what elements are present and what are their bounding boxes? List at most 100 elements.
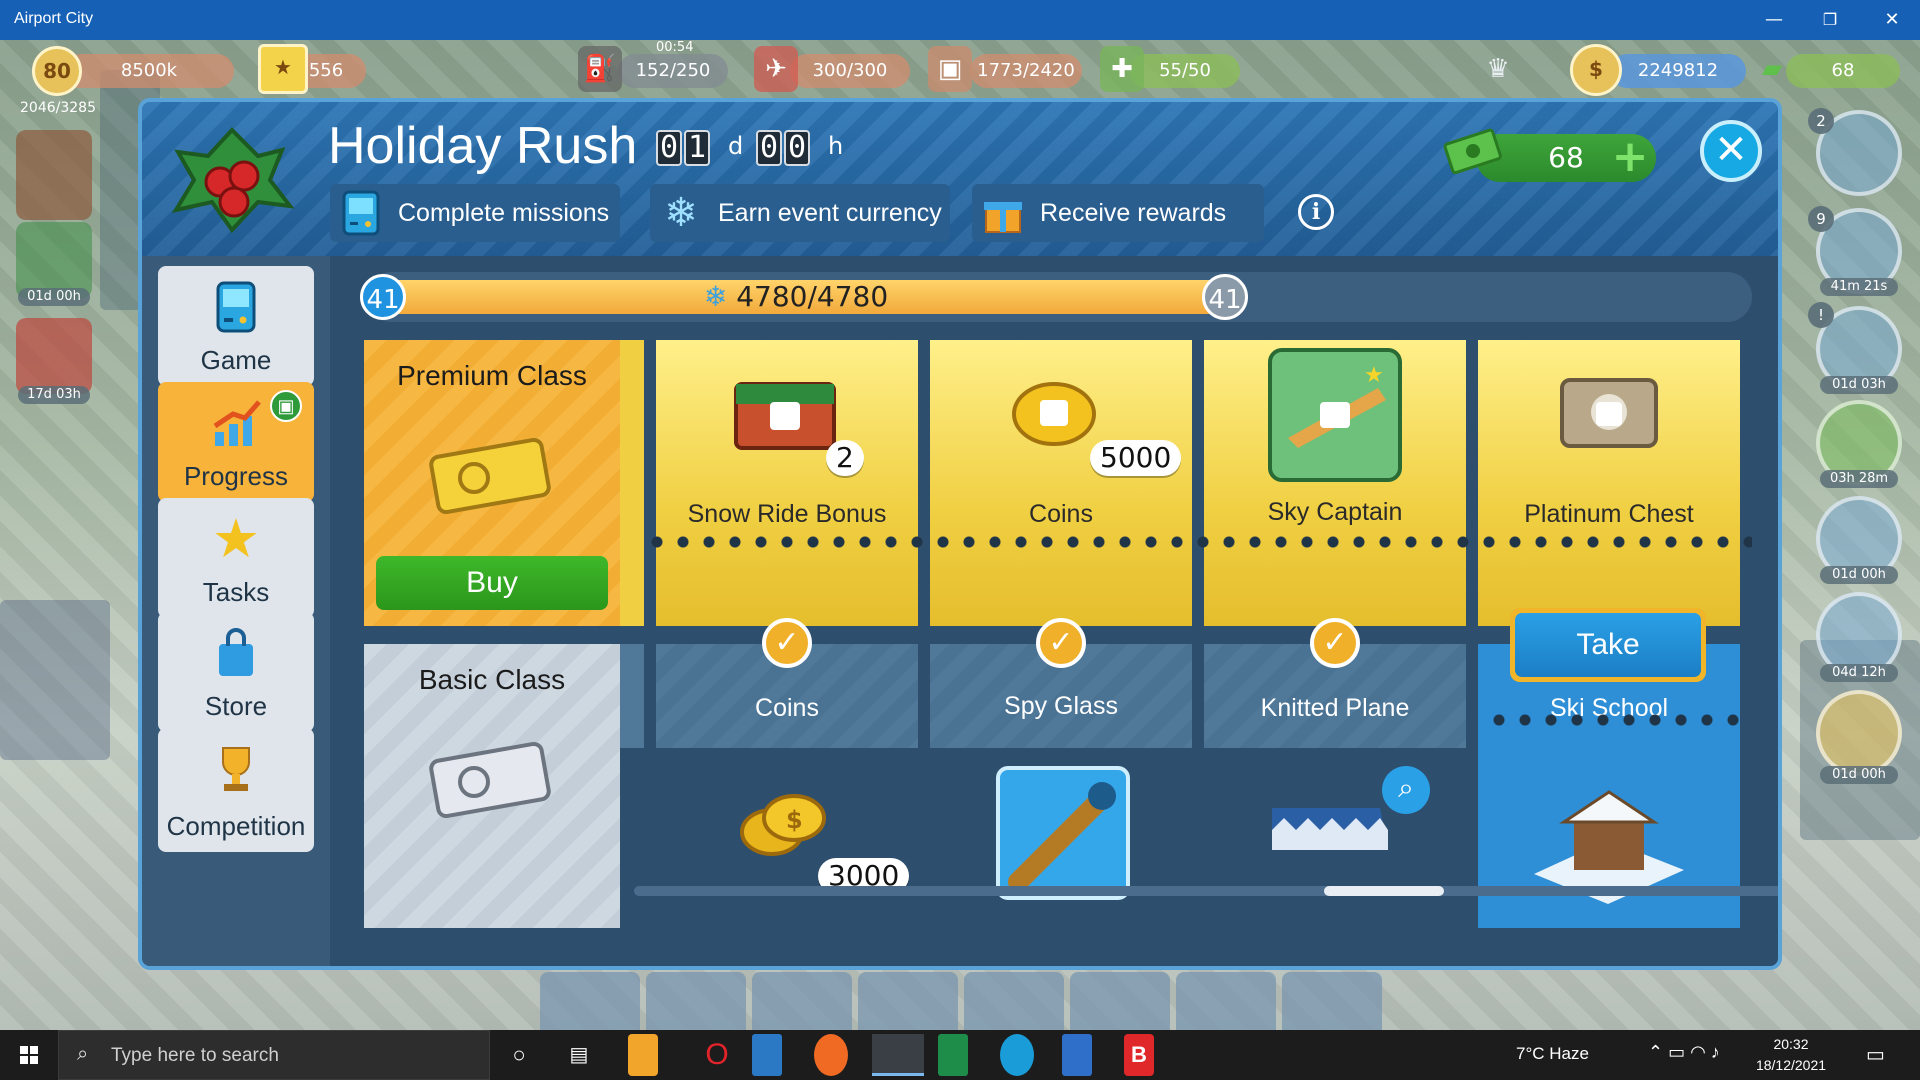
nav-competition[interactable]: Competition	[158, 728, 314, 852]
horizontal-scrollbar-track[interactable]	[634, 886, 1778, 896]
basic-reward-image[interactable]: $ 3000	[656, 748, 918, 928]
edge-icon[interactable]	[1000, 1034, 1034, 1076]
gameboy-icon	[216, 281, 256, 333]
basic-reward-image[interactable]	[930, 748, 1192, 928]
shop-cart-button[interactable]	[752, 972, 852, 1030]
basic-reward-image[interactable]: ⌕	[1204, 748, 1466, 928]
nav-label: Tasks	[202, 577, 270, 607]
window-title-bar: Airport City — ❐ ✕	[0, 0, 1920, 40]
preview-search-icon[interactable]: ⌕	[1382, 766, 1430, 814]
gift-box-timer: 04d 12h	[1820, 664, 1898, 682]
close-dialog-button[interactable]: ✕	[1700, 120, 1762, 182]
premium-reward-slot[interactable]: Platinum Chest	[1478, 340, 1740, 626]
mail-app-icon[interactable]	[628, 1034, 658, 1076]
basic-class-label: Basic Class	[418, 664, 566, 695]
airport-city-taskbar-icon[interactable]	[872, 1034, 924, 1076]
weather-widget[interactable]: 7°C Haze	[1516, 1044, 1589, 1064]
level-left-badge: 41	[360, 274, 406, 320]
take-reward-button[interactable]: Take	[1510, 608, 1706, 682]
progress-content: ❄ 4780/4780 41 41 Premium Class Buy Basi…	[330, 256, 1778, 966]
holly-icon	[171, 127, 295, 234]
silver-ticket-icon	[429, 741, 551, 819]
taskbar: ⌕ Type here to search ○ ▤ O B 7°C Haze ⌃…	[0, 1030, 1920, 1080]
horizontal-scrollbar-thumb[interactable]	[1324, 886, 1444, 896]
level-badge[interactable]: 80	[32, 46, 82, 96]
minimize-button[interactable]: —	[1746, 0, 1802, 40]
cargo-icon: ▣	[928, 46, 972, 92]
reward-label: Sky Captain	[1267, 498, 1403, 526]
inventory-box-button[interactable]	[858, 972, 958, 1030]
countdown-digit: 0	[756, 130, 782, 166]
cortana-icon[interactable]: ○	[492, 1034, 546, 1076]
premium-reward-slot[interactable]: 2 Snow Ride Bonus	[656, 340, 918, 626]
fuel-timer: 00:54	[656, 40, 694, 55]
settings-gear-button[interactable]	[1282, 972, 1382, 1030]
friends-button[interactable]	[1176, 972, 1276, 1030]
svg-text:$: $	[786, 806, 803, 834]
bags-icon: ✚	[1100, 46, 1144, 92]
shopping-bag-icon	[219, 628, 253, 676]
premium-reward-slot[interactable]: 5000 Coins	[930, 340, 1192, 626]
holly-widget[interactable]	[16, 222, 92, 298]
level-right-badge: 41	[1202, 274, 1248, 320]
nav-progress[interactable]: ▣ Progress	[158, 382, 314, 502]
info-button[interactable]: i	[1298, 194, 1334, 230]
gift-widget[interactable]	[16, 318, 92, 394]
alert-badge: !	[1808, 302, 1834, 328]
opera-icon[interactable]: O	[690, 1034, 744, 1076]
progress-chart-icon	[213, 400, 261, 446]
nav-tasks[interactable]: ★ Tasks	[158, 498, 314, 618]
countdown-digit: 1	[684, 130, 710, 166]
notifications-icon[interactable]: ▭	[1866, 1042, 1885, 1067]
nav-store[interactable]: Store	[158, 612, 314, 732]
store-icon[interactable]	[1062, 1034, 1092, 1076]
star-icon: ★	[211, 509, 261, 569]
move-button[interactable]	[1070, 972, 1170, 1030]
clock[interactable]: 20:32 18/12/2021	[1746, 1034, 1836, 1076]
trophy-icon	[222, 747, 250, 791]
search-placeholder: Type here to search	[111, 1045, 279, 1066]
countdown-digit: 0	[656, 130, 682, 166]
badge-count: 9	[1808, 206, 1834, 232]
reward-label: Knitted Plane	[1260, 694, 1410, 722]
dialog-header: Holiday Rush 0 1 d 0 0 h Complete missio…	[142, 102, 1778, 256]
radar-timer: 41m 21s	[1820, 278, 1898, 296]
chest-button[interactable]	[964, 972, 1064, 1030]
close-window-button[interactable]: ✕	[1864, 0, 1920, 40]
tray-icons[interactable]: ⌃ ▭ ◠ ♪	[1648, 1042, 1720, 1063]
passport-icon[interactable]	[16, 130, 92, 220]
nav-game[interactable]: Game	[158, 266, 314, 386]
fuel-icon: ⛽	[578, 46, 622, 92]
nav-label: Competition	[166, 811, 306, 841]
ticket-timer: 01d 00h	[1820, 766, 1898, 784]
reward-label: Platinum Chest	[1524, 500, 1694, 528]
locked-chest-icon	[734, 382, 836, 450]
coins-icon: $	[1570, 44, 1622, 96]
bitdefender-icon[interactable]: B	[1124, 1034, 1154, 1076]
premium-class-card: Premium Class Buy	[364, 340, 620, 626]
star-icon: ★	[258, 44, 308, 94]
basic-reward-image-active[interactable]	[1478, 748, 1740, 928]
spreadsheet-icon[interactable]	[938, 1034, 968, 1076]
building-timer: 01d 00h	[1820, 566, 1898, 584]
gameboy-icon	[342, 190, 380, 236]
desktop-app-icon[interactable]	[752, 1034, 782, 1076]
world-map-button[interactable]	[540, 972, 640, 1030]
restore-button[interactable]: ❐	[1802, 0, 1858, 40]
crown-icon[interactable]: ♛	[1476, 46, 1520, 92]
premium-reward-slot[interactable]: ★ Sky Captain	[1204, 340, 1466, 626]
ticket-widget[interactable]	[1816, 690, 1902, 776]
windows-start-icon[interactable]	[0, 1030, 58, 1080]
task-view-icon[interactable]: ▤	[552, 1034, 606, 1076]
add-cash-button[interactable]: +	[1610, 135, 1650, 179]
taskbar-search-box[interactable]: ⌕ Type here to search	[58, 1030, 490, 1080]
basic-class-card: Basic Class	[364, 644, 620, 928]
hangar-button[interactable]	[646, 972, 746, 1030]
countdown-hour-unit: h	[828, 132, 844, 160]
search-icon: ⌕	[77, 1043, 89, 1065]
gauge-timer: 01d 03h	[1820, 376, 1898, 394]
firefox-icon[interactable]	[814, 1034, 848, 1076]
step-label: Complete missions	[398, 199, 610, 227]
buy-premium-button[interactable]: Buy	[376, 556, 608, 610]
premium-divider	[620, 340, 644, 626]
